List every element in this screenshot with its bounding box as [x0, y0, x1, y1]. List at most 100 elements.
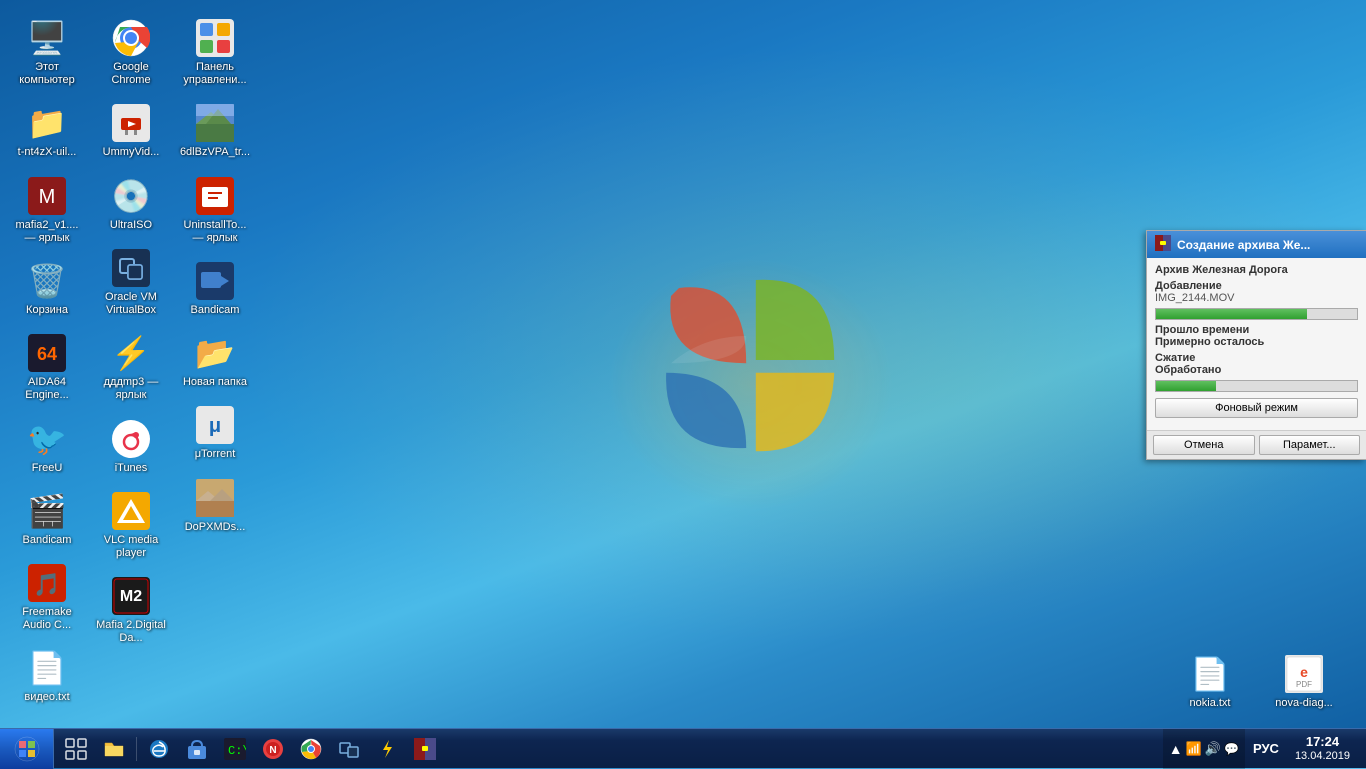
icon-freeu[interactable]: 🐦 FreeU — [7, 413, 87, 481]
landscape-icon — [195, 103, 235, 143]
itunes-icon — [111, 419, 151, 459]
tray-expand-icon[interactable]: ▲ — [1169, 741, 1183, 757]
computer-icon: 🖥️ — [27, 18, 67, 58]
icon-ultraiso[interactable]: 💿 UltraISO — [91, 170, 171, 238]
winrar-params-button[interactable]: Парамет... — [1259, 435, 1361, 455]
taskbar-task-view[interactable] — [58, 731, 94, 767]
icon-bandicam-col3[interactable]: Bandicam — [175, 255, 255, 323]
icon-ddd-mp3[interactable]: ⚡ дддmp3 — ярлык — [91, 327, 171, 408]
winrar-action-row: Добавление IMG_2144.MOV — [1155, 280, 1358, 304]
taskbar: C:\ N — [0, 728, 1366, 768]
icon-label-ultraiso: UltraISO — [110, 219, 152, 232]
svg-text:M2: M2 — [120, 588, 142, 605]
windows-logo — [591, 208, 911, 528]
new-folder-icon: 📂 — [195, 333, 235, 373]
winrar-compression-label: Сжатие — [1155, 352, 1358, 364]
clock-time: 17:24 — [1306, 734, 1339, 750]
svg-text:🎵: 🎵 — [33, 572, 60, 597]
taskbar-store[interactable] — [179, 731, 215, 767]
icon-utorrent[interactable]: μ μTorrent — [175, 399, 255, 467]
vlc-icon — [111, 491, 151, 531]
icon-bandicam2[interactable]: 🎬 Bandicam — [7, 485, 87, 553]
tray-notification-icon[interactable]: 💬 — [1224, 742, 1239, 756]
system-tray: ▲ 📶 🔊 💬 — [1163, 729, 1245, 769]
language-indicator[interactable]: РУС — [1249, 741, 1283, 756]
winrar-title: Создание архива Же... — [1177, 238, 1310, 252]
clock-date: 13.04.2019 — [1295, 750, 1350, 763]
icon-t-nt4zx[interactable]: 📁 t-nt4zX-uil... — [7, 97, 87, 165]
svg-text:N: N — [269, 745, 276, 756]
icon-dopxmds[interactable]: DoPXMDs... — [175, 472, 255, 540]
winrar-background-button[interactable]: Фоновый режим — [1155, 398, 1358, 418]
taskbar-explorer[interactable] — [96, 731, 132, 767]
icon-recycle[interactable]: 🗑️ Корзина — [7, 255, 87, 323]
icon-label-6dlbzvpa: 6dlBzVPA_tr... — [180, 146, 250, 159]
taskbar-thunderbolt[interactable] — [369, 731, 405, 767]
winrar-progress1-bar — [1156, 309, 1307, 319]
icon-oracle-vm[interactable]: Oracle VM VirtualBox — [91, 242, 171, 323]
icon-freemake[interactable]: 🎵 Freemake Audio C... — [7, 557, 87, 638]
icon-nova-diag[interactable]: e PDF nova-diag... — [1264, 648, 1344, 716]
winrar-header: Создание архива Же... — [1147, 231, 1366, 258]
icon-aida64[interactable]: 64 AIDA64 Engine... — [7, 327, 87, 408]
bandicam2-icon — [195, 261, 235, 301]
mafia2-digital-icon: M2 — [111, 576, 151, 616]
icon-video-txt[interactable]: 📄 видео.txt — [7, 642, 87, 710]
freemake-icon: 🎵 — [27, 563, 67, 603]
folder-icon: 📁 — [27, 103, 67, 143]
icon-itunes[interactable]: iTunes — [91, 413, 171, 481]
svg-text:e: e — [1300, 664, 1308, 680]
taskbar-edge[interactable] — [141, 731, 177, 767]
icon-label-utorrent: μTorrent — [195, 448, 236, 461]
icon-mafia2-digital[interactable]: M2 Mafia 2.Digital Da... — [91, 570, 171, 651]
winrar-time-passed-label: Прошло времени — [1155, 324, 1358, 336]
icon-label-bandicam2: Bandicam — [23, 534, 72, 547]
svg-text:μ: μ — [209, 415, 221, 437]
mafia2-icon: M — [27, 176, 67, 216]
taskbar-virtualbox[interactable] — [331, 731, 367, 767]
winrar-cancel-button[interactable]: Отмена — [1153, 435, 1255, 455]
icon-label-nokia-txt: nokia.txt — [1190, 697, 1231, 710]
winrar-panel: Создание архива Же... Архив Железная Дор… — [1146, 230, 1366, 460]
svg-text:M: M — [39, 186, 56, 208]
icon-mafia2[interactable]: M mafia2_v1....— ярлык — [7, 170, 87, 251]
winrar-progress2-container — [1155, 380, 1358, 392]
ultraiso-icon: 💿 — [111, 176, 151, 216]
icon-this-computer[interactable]: 🖥️ Этоткомпьютер — [7, 12, 87, 93]
icon-ummyvid[interactable]: UmmyVid... — [91, 97, 171, 165]
icon-6dlbzvpa[interactable]: 6dlBzVPA_tr... — [175, 97, 255, 165]
taskbar-app1[interactable]: N — [255, 731, 291, 767]
nokia-txt-icon: 📄 — [1190, 654, 1230, 694]
panel-icon — [195, 18, 235, 58]
icon-uninstalltool[interactable]: UninstallTo... — ярлык — [175, 170, 255, 251]
start-button[interactable] — [0, 729, 54, 769]
tray-network-icon[interactable]: 📶 — [1186, 741, 1202, 757]
icon-new-folder[interactable]: 📂 Новая папка — [175, 327, 255, 395]
icon-vlc[interactable]: VLC media player — [91, 485, 171, 566]
tray-volume-icon[interactable]: 🔊 — [1205, 741, 1221, 757]
winrar-archive-row: Архив Железная Дорога — [1155, 264, 1358, 276]
svg-text:PDF: PDF — [1296, 680, 1312, 689]
winrar-time-remaining-label: Примерно осталось — [1155, 336, 1358, 348]
desktop-icons-container: 🖥️ Этоткомпьютер 📁 t-nt4zX-uil... M mafi… — [5, 10, 257, 730]
winrar-body: Архив Железная Дорога Добавление IMG_214… — [1147, 258, 1366, 430]
utorrent-icon: μ — [195, 405, 235, 445]
icon-panel[interactable]: Панель управлени... — [175, 12, 255, 93]
icon-label-ddd-mp3: дддmp3 — ярлык — [95, 376, 167, 402]
recycle-icon: 🗑️ — [27, 261, 67, 301]
taskbar-cmd[interactable]: C:\ — [217, 731, 253, 767]
taskbar-winrar[interactable] — [407, 731, 443, 767]
winrar-processed-label: Обработано — [1155, 364, 1358, 376]
ddd-icon: ⚡ — [111, 333, 151, 373]
icon-label-aida64: AIDA64 Engine... — [11, 376, 83, 402]
icon-label-vlc: VLC media player — [95, 534, 167, 560]
icon-label-chrome: Google Chrome — [95, 61, 167, 87]
icon-label-mafia2: mafia2_v1....— ярлык — [11, 219, 83, 245]
clock[interactable]: 17:24 13.04.2019 — [1287, 729, 1358, 769]
taskbar-chrome[interactable] — [293, 731, 329, 767]
icon-label-oracle-vm: Oracle VM VirtualBox — [95, 291, 167, 317]
winrar-header-icon — [1155, 235, 1171, 254]
icon-google-chrome[interactable]: Google Chrome — [91, 12, 171, 93]
taskbar-sep1 — [136, 737, 137, 761]
icon-nokia-txt[interactable]: 📄 nokia.txt — [1170, 648, 1250, 716]
